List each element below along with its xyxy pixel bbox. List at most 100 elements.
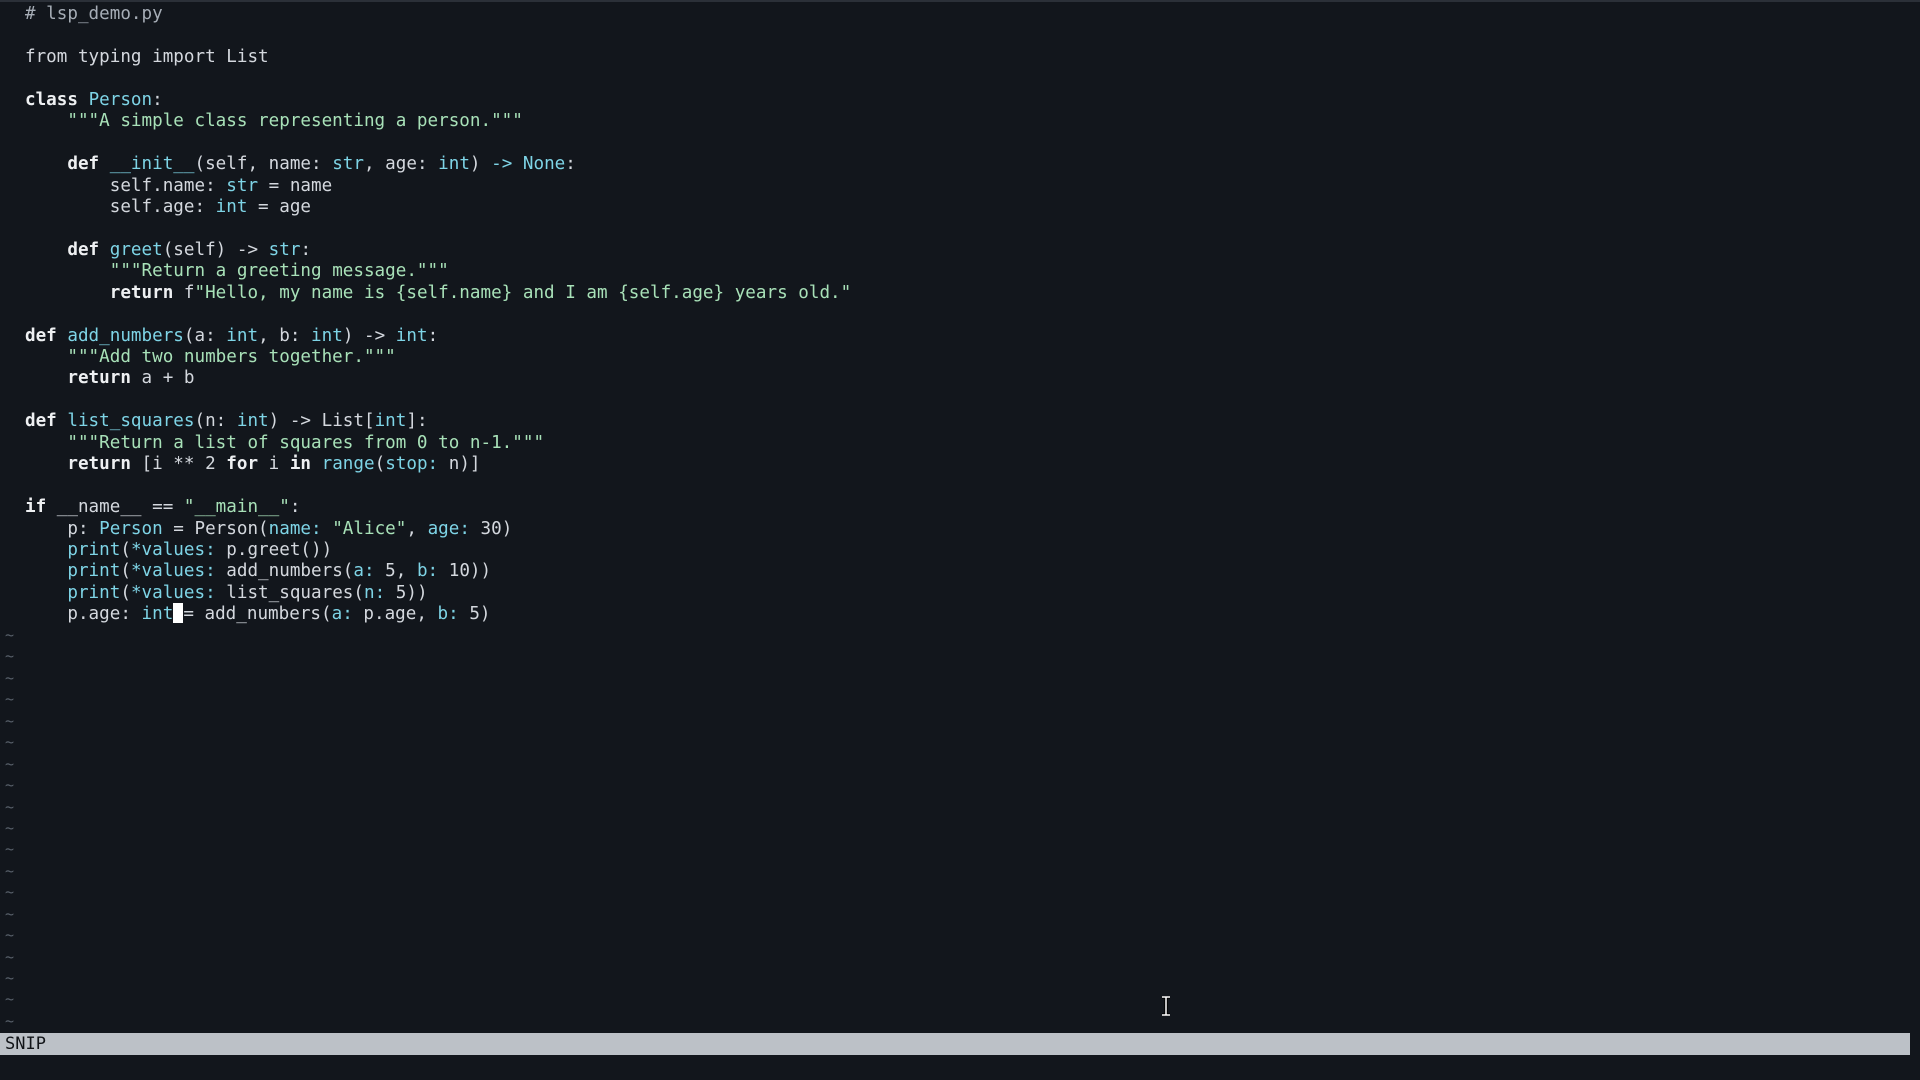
empty-line-marker: ~	[5, 840, 15, 859]
code-token: class	[25, 89, 78, 110]
empty-line-marker: ~	[5, 883, 15, 902]
code-token: :	[152, 89, 163, 110]
text-ibeam-cursor-icon	[1162, 996, 1170, 1016]
code-token: self.age:	[25, 196, 216, 217]
mode-indicator: SNIP	[5, 1034, 46, 1054]
code-line[interactable]: p: Person = Person(name: "Alice", age: 3…	[25, 519, 1905, 540]
code-token: list_squares(	[215, 582, 364, 603]
code-token: int	[236, 411, 269, 432]
code-line[interactable]: return [i ** 2 for i in range(stop: n)]	[25, 454, 1905, 475]
code-token: 5))	[385, 582, 428, 603]
code-token: , age:	[363, 154, 439, 175]
code-token: int	[395, 325, 428, 346]
code-token: typing	[67, 46, 153, 67]
code-line[interactable]	[25, 133, 1905, 154]
code-token: return	[67, 454, 131, 475]
code-token: stop:	[385, 454, 439, 475]
code-token: [i ** 2	[130, 454, 227, 475]
code-line[interactable]: if __name__ == "__main__":	[25, 497, 1905, 518]
code-line[interactable]	[25, 68, 1905, 89]
code-token: 5)	[458, 604, 491, 625]
code-line[interactable]: print(*values: p.greet())	[25, 540, 1905, 561]
code-line[interactable]	[25, 25, 1905, 46]
code-line[interactable]: """Add two numbers together."""	[25, 347, 1905, 368]
code-token: )	[469, 154, 492, 175]
code-token: print	[67, 561, 121, 582]
code-line[interactable]	[25, 476, 1905, 497]
code-token: (a:	[183, 325, 227, 346]
empty-line-marker: ~	[5, 754, 15, 773]
code-line[interactable]: return f"Hello, my name is {self.name} a…	[25, 283, 1905, 304]
code-area[interactable]: # lsp_demo.pyfrom typing import List clas…	[25, 4, 1905, 626]
code-token: , b:	[258, 325, 312, 346]
code-line[interactable]	[25, 304, 1905, 325]
code-token: add_numbers(	[215, 561, 354, 582]
empty-line-marker: ~	[5, 668, 15, 687]
code-token: def	[25, 325, 57, 346]
code-line[interactable]: print(*values: list_squares(n: 5))	[25, 583, 1905, 604]
code-token: ) -> List[	[268, 411, 375, 432]
code-token: """Return a greeting message."""	[109, 261, 449, 282]
code-token: "Alice"	[332, 518, 407, 539]
code-token: 30)	[469, 518, 513, 539]
code-line[interactable]: """Return a list of squares from 0 to n-…	[25, 433, 1905, 454]
code-token: int	[141, 604, 174, 625]
code-token: print	[67, 539, 121, 560]
code-token: def	[25, 411, 57, 432]
code-token: if	[25, 497, 47, 518]
code-token: int	[438, 154, 470, 175]
code-token: print	[67, 582, 121, 603]
code-token: 10))	[438, 561, 492, 582]
code-line[interactable]	[25, 218, 1905, 239]
code-token: "__main__"	[183, 497, 290, 518]
code-token: add_numbers	[67, 325, 184, 346]
code-line[interactable]: def __init__(self, name: str, age: int) …	[25, 154, 1905, 175]
code-token: a:	[353, 561, 375, 582]
code-token: """Return a list of squares from 0 to n-…	[67, 432, 545, 453]
code-line[interactable]: p.age: int = add_numbers(a: p.age, b: 5)	[25, 602, 1905, 625]
top-border	[0, 0, 1920, 2]
code-token: *values:	[130, 561, 216, 582]
code-line[interactable]: self.age: int = age	[25, 197, 1905, 218]
code-line[interactable]: return a + b	[25, 368, 1905, 389]
code-token: :	[427, 325, 439, 346]
code-token: __name__ ==	[46, 497, 184, 518]
code-line[interactable]: self.name: str = name	[25, 176, 1905, 197]
code-line[interactable]: from typing import List	[25, 47, 1905, 68]
empty-line-markers: ~ ~ ~ ~ ~ ~ ~ ~ ~ ~ ~ ~ ~ ~ ~ ~ ~ ~ ~	[5, 625, 14, 1032]
code-line[interactable]: class Person:	[25, 90, 1905, 111]
code-line[interactable]: """A simple class representing a person.…	[25, 111, 1905, 132]
code-line[interactable]: def greet(self) -> str:	[25, 240, 1905, 261]
empty-line-marker: ~	[5, 647, 15, 666]
code-token: greet	[109, 239, 163, 260]
editor-window[interactable]: # lsp_demo.pyfrom typing import List clas…	[0, 0, 1920, 1080]
code-token: int	[374, 411, 407, 432]
code-token: n)]	[438, 454, 481, 475]
code-token: ->	[491, 154, 513, 175]
code-line[interactable]: # lsp_demo.py	[25, 4, 1905, 25]
text-cursor	[173, 602, 184, 623]
code-line[interactable]: def add_numbers(a: int, b: int) -> int:	[25, 326, 1905, 347]
empty-line-marker: ~	[5, 690, 15, 709]
code-line[interactable]: """Return a greeting message."""	[25, 261, 1905, 282]
code-line[interactable]: def list_squares(n: int) -> List[int]:	[25, 411, 1905, 432]
code-token: Person	[99, 518, 163, 539]
code-token: str	[268, 239, 301, 260]
code-token: return	[109, 282, 174, 303]
code-token: for	[226, 454, 259, 475]
code-line[interactable]: print(*values: add_numbers(a: 5, b: 10))	[25, 561, 1905, 582]
code-line[interactable]	[25, 390, 1905, 411]
code-token: (n:	[194, 411, 237, 432]
empty-line-marker: ~	[5, 776, 15, 795]
